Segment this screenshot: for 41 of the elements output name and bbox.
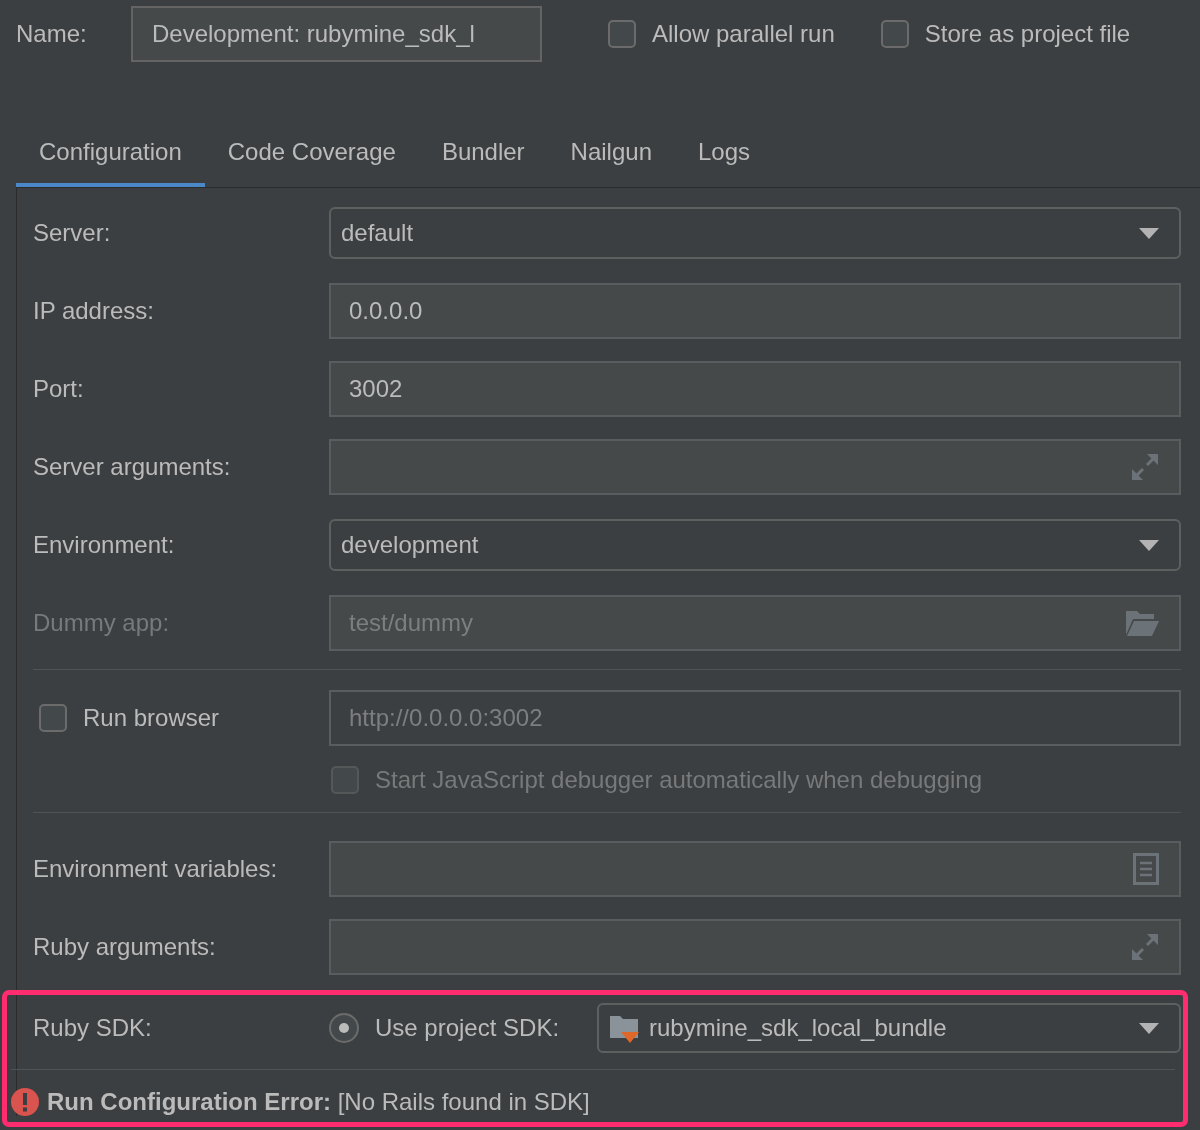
tab[interactable]: Nailgun xyxy=(547,120,675,187)
field-label: Server arguments: xyxy=(33,453,232,481)
field-label: Server: xyxy=(33,219,112,247)
expand-icon[interactable] xyxy=(1131,933,1159,961)
field-label: Dummy app: xyxy=(33,609,171,637)
radio-button[interactable] xyxy=(329,1013,359,1043)
dropdown-arrow-icon xyxy=(1139,1022,1159,1034)
checkbox[interactable] xyxy=(880,20,909,48)
input-field[interactable]: 3002 xyxy=(329,361,1181,417)
field-label: Ruby SDK: xyxy=(33,1014,153,1042)
input-field[interactable] xyxy=(329,439,1181,495)
sdk-dropdown[interactable]: rubymine_sdk_local_bundle xyxy=(597,1003,1181,1053)
tab[interactable]: Logs xyxy=(675,120,774,187)
checkbox[interactable] xyxy=(608,20,636,48)
dropdown-arrow-icon xyxy=(1139,227,1159,239)
name-field[interactable]: Development: rubymine_sdk_l xyxy=(131,6,542,62)
checkbox-label: Allow parallel run xyxy=(652,20,835,48)
field-label: Port: xyxy=(33,375,85,403)
checkbox-label: Run browser xyxy=(83,704,220,732)
radio-label: Use project SDK: xyxy=(375,1014,560,1042)
tab[interactable]: Configuration xyxy=(16,120,205,187)
field-label: Environment: xyxy=(33,531,176,559)
error-message: Run Configuration Error: [No Rails found in SDK] xyxy=(47,1088,590,1116)
field-label: Ruby arguments: xyxy=(33,933,217,961)
expand-icon[interactable] xyxy=(1131,453,1159,481)
checkbox[interactable] xyxy=(39,704,67,732)
dropdown[interactable]: default xyxy=(329,207,1181,259)
document-icon[interactable] xyxy=(1133,853,1159,885)
input-field[interactable] xyxy=(329,919,1181,975)
input-field[interactable]: 0.0.0.0 xyxy=(329,283,1181,339)
dropdown[interactable]: development xyxy=(329,519,1181,571)
field-label: IP address: xyxy=(33,297,155,325)
name-label: Name: xyxy=(16,20,88,48)
dropdown-arrow-icon xyxy=(1139,539,1159,551)
field-label: Environment variables: xyxy=(33,855,279,883)
error-icon xyxy=(11,1088,39,1116)
checkbox-label: Start JavaScript debugger automatically when debugging xyxy=(375,766,983,794)
tab[interactable]: Code Coverage xyxy=(204,120,419,187)
checkbox-label: Store as project file xyxy=(924,20,1131,48)
input-field[interactable] xyxy=(329,841,1181,897)
tab[interactable]: Bundler xyxy=(418,120,548,187)
